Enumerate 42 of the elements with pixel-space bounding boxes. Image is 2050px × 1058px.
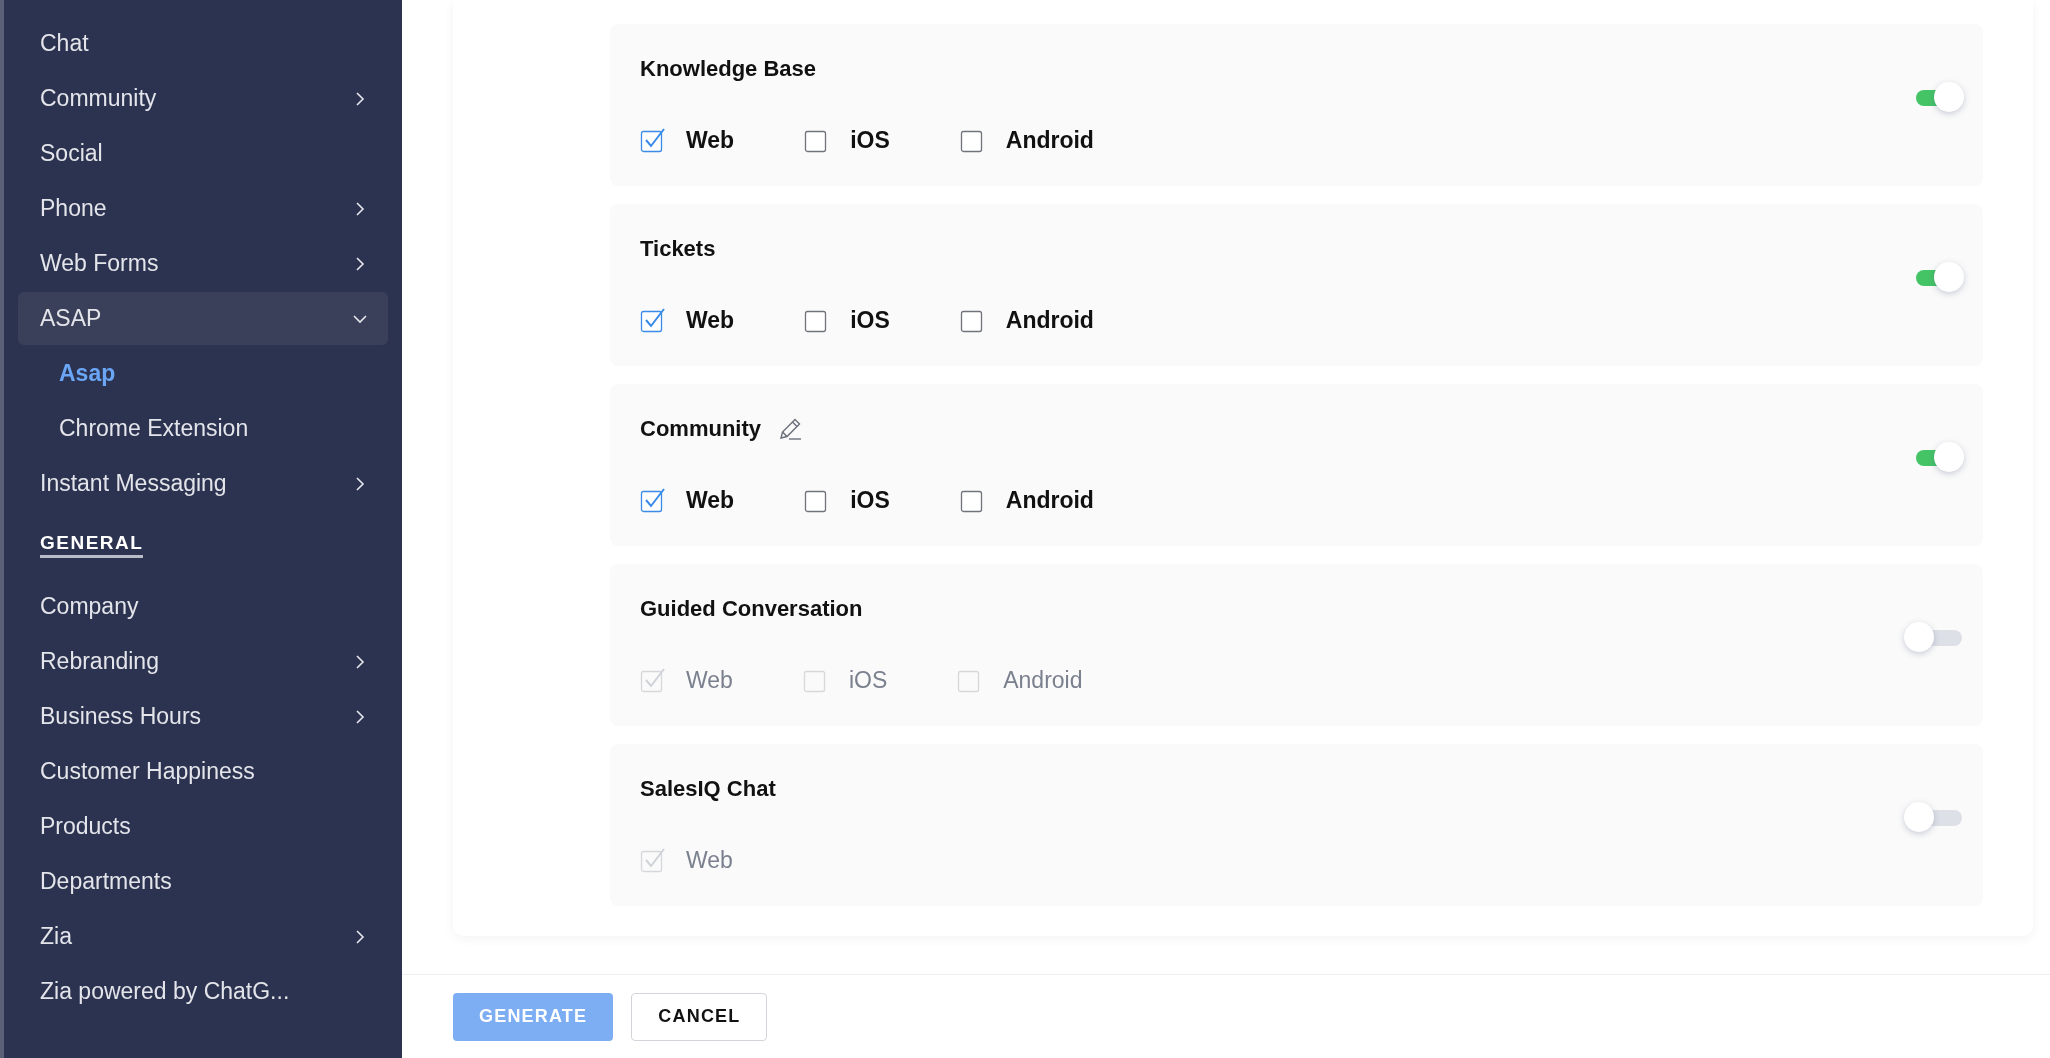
sidebar-item[interactable]: Zia powered by ChatG... (18, 964, 388, 1019)
sidebar-subitem[interactable]: Asap (18, 346, 388, 401)
checkbox-label: Android (1005, 306, 1094, 334)
sidebar-item[interactable]: Rebranding (18, 634, 388, 689)
sidebar-item[interactable]: Social (18, 126, 388, 181)
checkbox[interactable] (640, 127, 666, 153)
sidebar-item[interactable]: Customer Happiness (18, 744, 388, 799)
sidebar-subitem[interactable]: Chrome Extension (18, 401, 388, 456)
checkbox-label: Android (1005, 126, 1094, 154)
checkbox-label: Web (686, 846, 733, 874)
sidebar-item[interactable]: Products (18, 799, 388, 854)
section-heading: GENERAL (40, 532, 144, 558)
sidebar-item[interactable]: Community (18, 71, 388, 126)
checkbox-label: Web (686, 486, 735, 514)
sidebar-item[interactable]: Company (18, 579, 388, 634)
sidebar-item[interactable]: Phone (18, 181, 388, 236)
cancel-button[interactable]: CANCEL (631, 992, 768, 1041)
checkbox-label: Web (686, 126, 735, 154)
checkbox-label: Web (686, 666, 733, 694)
sidebar-item[interactable]: Web Forms (18, 236, 388, 291)
checkbox[interactable] (640, 487, 666, 513)
checkbox-label: iOS (848, 666, 888, 694)
checkbox-label: Web (686, 306, 735, 334)
sidebar-item[interactable]: ASAP (18, 292, 388, 345)
checkbox[interactable] (640, 847, 666, 873)
checkbox-label: Android (1005, 486, 1094, 514)
sidebar-item[interactable]: Business Hours (18, 689, 388, 744)
checkbox[interactable] (640, 307, 666, 333)
section-title: Guided Conversation (640, 595, 863, 622)
sidebar-item[interactable]: Instant Messaging (18, 456, 388, 511)
checkbox-label: iOS (850, 486, 890, 514)
checkbox-label: iOS (850, 306, 890, 334)
section-title: Community (640, 415, 761, 442)
checkbox-label: Android (1003, 666, 1083, 694)
section-title: SalesIQ Chat (640, 775, 776, 802)
sidebar-item[interactable]: Departments (18, 854, 388, 909)
checkbox[interactable] (640, 667, 666, 693)
section-title: Knowledge Base (640, 55, 817, 82)
section-title: Tickets (640, 235, 716, 262)
sidebar-item[interactable]: Chat (18, 16, 388, 71)
checkbox-label: iOS (850, 126, 890, 154)
sidebar-item[interactable]: Zia (18, 909, 388, 964)
